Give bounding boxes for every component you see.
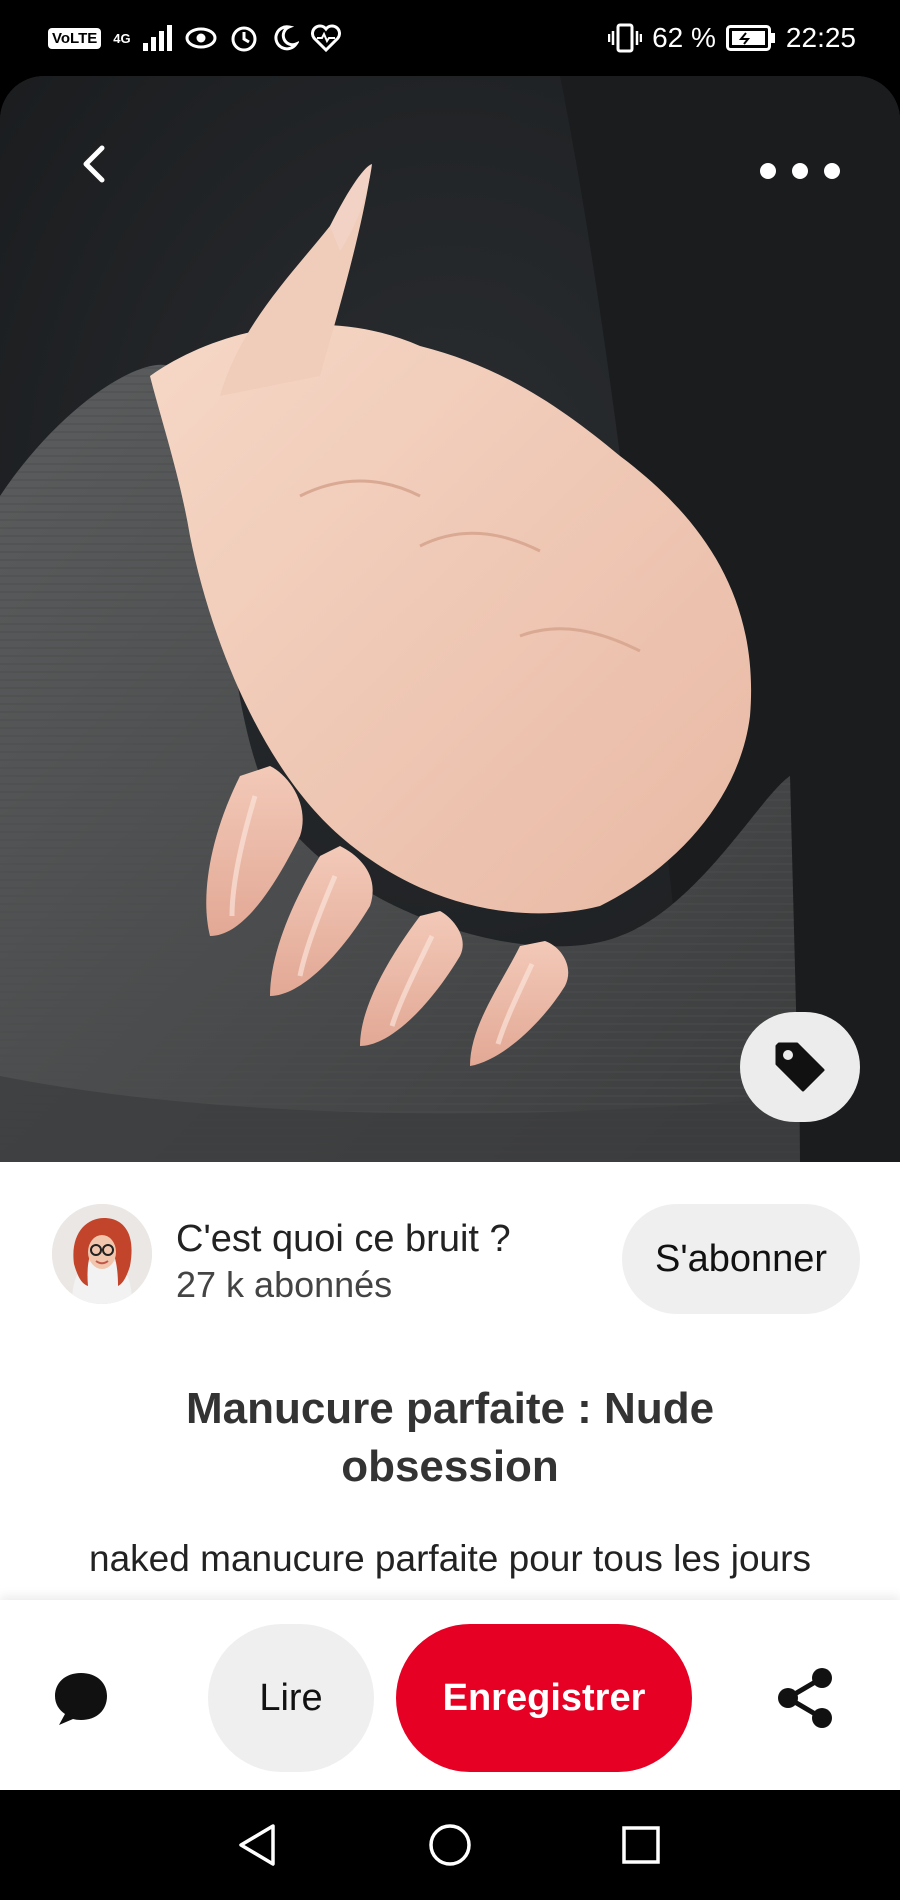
creator-name[interactable]: C'est quoi ce bruit ? <box>176 1218 511 1261</box>
avatar[interactable] <box>52 1204 152 1304</box>
vibrate-icon <box>608 23 643 53</box>
signal-icon <box>142 25 173 51</box>
clock: 22:25 <box>785 22 856 53</box>
system-nav-bar <box>0 1790 900 1900</box>
eye-icon <box>185 26 217 50</box>
heart-monitor-icon <box>310 24 341 52</box>
share-button[interactable] <box>774 1666 838 1730</box>
nail-photo <box>0 76 900 1162</box>
chevron-left-icon <box>83 145 105 183</box>
status-right: 62 % 22:25 <box>608 18 856 58</box>
circle-home-icon <box>429 1824 471 1866</box>
pin-title: Manucure parfaite : Nude obsession <box>185 1384 715 1491</box>
triangle-back-icon <box>239 1824 275 1866</box>
read-button[interactable]: Lire <box>208 1624 374 1772</box>
battery-icon <box>725 25 776 51</box>
status-left: VoLTE 4G <box>48 20 341 56</box>
pin-description: naked manucure parfaite pour tous les jo… <box>89 1538 811 1579</box>
nav-home-button[interactable] <box>425 1820 475 1870</box>
status-bar: VoLTE 4G 62 % 22:25 <box>0 0 900 76</box>
network-type: 4G <box>113 30 131 46</box>
comment-button[interactable] <box>46 1664 116 1734</box>
square-recents-icon <box>622 1826 660 1864</box>
back-button[interactable] <box>68 138 120 190</box>
subscribe-button[interactable]: S'abonner <box>622 1204 860 1314</box>
creator-followers: 27 k abonnés <box>176 1264 393 1305</box>
more-options-button[interactable] <box>760 156 840 186</box>
pin-details: C'est quoi ce bruit ? 27 k abonnés S'abo… <box>0 1162 900 1600</box>
battery-percent: 62 % <box>652 22 716 53</box>
more-dots-icon <box>760 163 776 179</box>
shop-tag-button[interactable] <box>740 1012 860 1122</box>
moon-icon <box>271 24 299 52</box>
pin-image[interactable] <box>0 76 900 1162</box>
comment-icon <box>55 1673 107 1725</box>
creator-row: C'est quoi ce bruit ? 27 k abonnés S'abo… <box>52 1204 860 1314</box>
share-icon <box>778 1668 832 1728</box>
alarm-icon <box>229 23 259 53</box>
nav-recents-button[interactable] <box>616 1820 666 1870</box>
tag-icon <box>775 1042 825 1092</box>
action-bar: Lire Enregistrer <box>0 1600 900 1790</box>
more-dot <box>824 163 840 179</box>
nav-back-button[interactable] <box>232 1820 282 1870</box>
more-dot <box>792 163 808 179</box>
avatar-image <box>52 1204 152 1304</box>
save-button[interactable]: Enregistrer <box>396 1624 692 1772</box>
volte-indicator: VoLTE <box>48 27 102 49</box>
